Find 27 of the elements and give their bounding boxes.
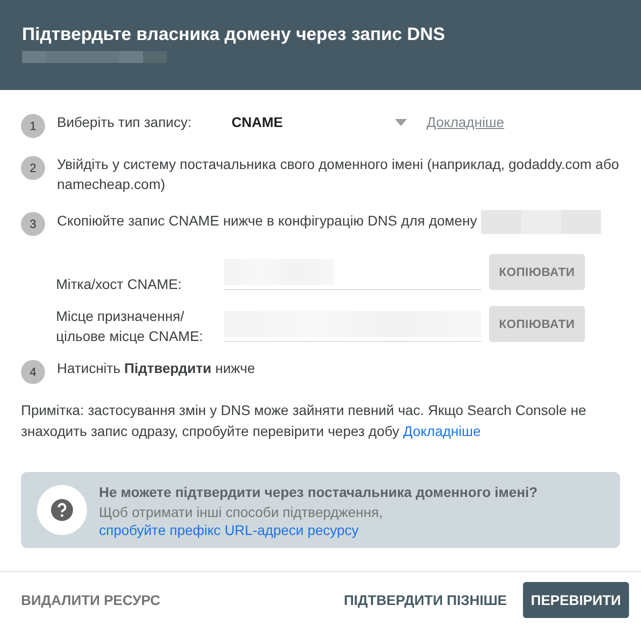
step-number: 4 <box>21 360 45 384</box>
info-title: Не можете підтвердити через постачальника доменного імені? <box>99 483 538 502</box>
help-icon <box>37 485 87 535</box>
remove-property-button[interactable]: ВИДАЛИТИ РЕСУРС <box>21 584 160 616</box>
learn-more-link[interactable]: Докладніше <box>403 423 481 439</box>
input-field[interactable] <box>224 259 481 290</box>
field-label: Мітка/хост CNAME: <box>56 275 183 294</box>
info-text: Щоб отримати інші способи підтвердження, <box>99 503 384 522</box>
verify-later-button[interactable]: ПІДТВЕРДИТИ ПІЗНІШЕ <box>344 584 507 616</box>
learn-more-link[interactable]: Докладніше <box>426 112 504 132</box>
verify-button[interactable]: ПЕРЕВІРИТИ <box>522 582 629 618</box>
step-number: 1 <box>21 114 45 138</box>
step-text: Виберіть тип запису: <box>57 113 192 132</box>
caret-icon <box>394 118 406 126</box>
step-text: Увійдіть у систему постачальника свого доменного імені (наприклад, godaddy.com або namecheap.com) <box>57 155 620 194</box>
url-prefix-link[interactable]: спробуйте префікс URL-адреси ресурсу <box>99 522 359 538</box>
copy-button[interactable]: КОПІЮВАТИ <box>489 306 585 342</box>
step-text: Натисніть Підтвердити нижче <box>57 359 256 378</box>
dialog-title: Підтвердьте власника домену через запис DNS <box>22 24 446 45</box>
step-text: Скопіюйте запис CNAME нижче в конфігурацію DNS для домену <box>57 212 477 229</box>
field-label: Місце призначення/ цільове місце CNAME: <box>56 307 204 346</box>
step-number: 2 <box>21 156 45 180</box>
input-field[interactable] <box>224 311 481 342</box>
note-text: Примітка: застосування змін у DNS може зайняти певний час. Якщо Search Console не знаходить запис одразу, спробуйте перевірити через добу Докладніше <box>21 401 588 441</box>
record-type-select[interactable]: CNAME <box>232 112 406 132</box>
copy-button[interactable]: КОПІЮВАТИ <box>489 254 585 290</box>
step-number: 3 <box>21 212 45 236</box>
